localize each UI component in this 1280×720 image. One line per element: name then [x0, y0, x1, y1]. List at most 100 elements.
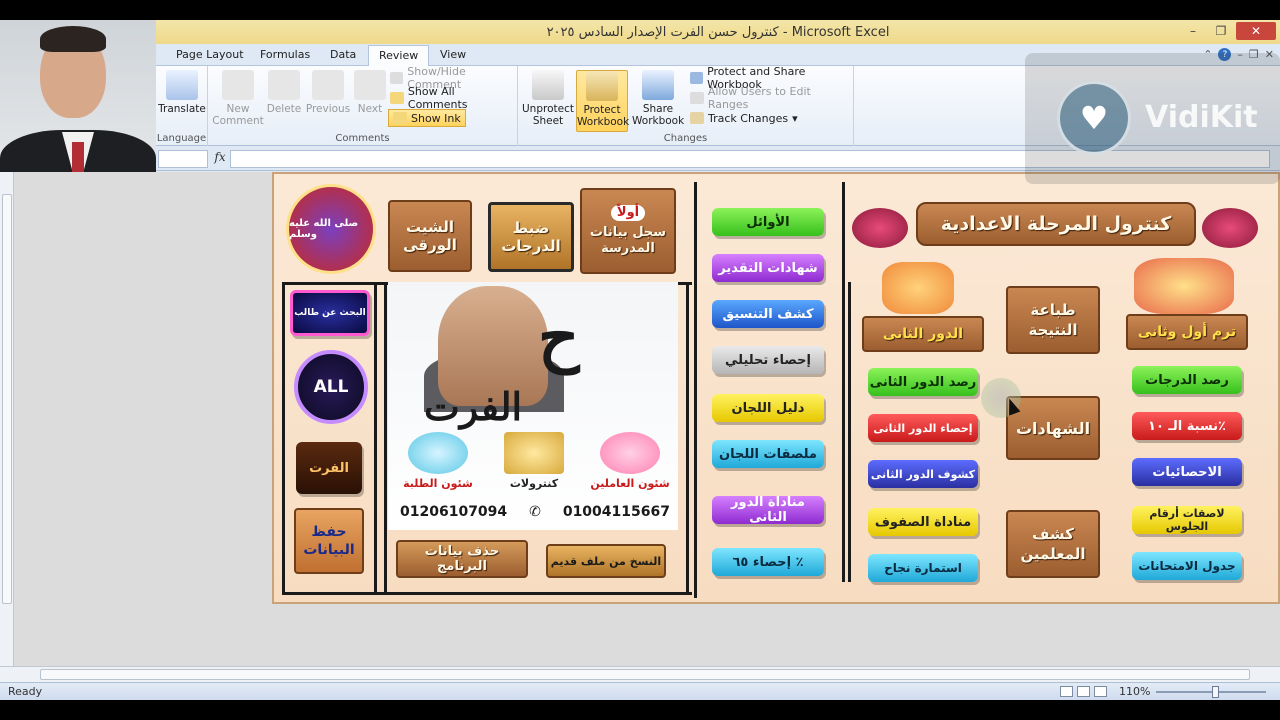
horizontal-scroll-thumb[interactable]: [40, 669, 1250, 680]
exam-schedule-label: جدول الامتحانات: [1138, 559, 1236, 573]
unprotect-sheet-button[interactable]: Unprotect Sheet: [522, 70, 574, 127]
zoom-slider-knob[interactable]: [1212, 686, 1219, 698]
teachers-list-label: كشف المعلمين: [1020, 525, 1086, 563]
analytical-stats-button[interactable]: إحصاء تحليلي: [712, 346, 824, 374]
top-students-button[interactable]: الأوائل: [712, 208, 824, 236]
seal-text: صلى الله عليه وسلم: [289, 218, 359, 240]
school-data-button[interactable]: أولاً سجل بيانات المدرسة: [580, 188, 676, 274]
title-bar: كنترول حسن الفرت الإصدار السادس ٢٠٢٥ - M…: [156, 20, 1280, 44]
fx-icon[interactable]: fx: [210, 150, 230, 164]
students-affairs-icon: [408, 432, 468, 474]
second-round-call-label: مناداة الدور الثانى: [731, 495, 805, 525]
committees-guide-button[interactable]: دليل اللجان: [712, 394, 824, 422]
phone-number-1: 01206107094: [400, 504, 508, 520]
logo-button[interactable]: الفرت: [296, 442, 362, 494]
search-student-button[interactable]: البحث عن طالب: [290, 290, 370, 336]
restore-icon[interactable]: ❐: [1208, 22, 1234, 40]
seat-number-stickers-button[interactable]: لاصقات أرقام الجلوس: [1132, 506, 1242, 534]
stats-65-button[interactable]: إحصاء ٦٥ ٪: [712, 548, 824, 576]
vertical-scrollbar[interactable]: [0, 172, 14, 666]
classes-call-button[interactable]: مناداة الصفوف: [868, 508, 978, 536]
second-round-call-button[interactable]: مناداة الدور الثانى: [712, 495, 824, 525]
window-controls: – ❐ ✕: [1180, 22, 1276, 40]
page-layout-view-icon[interactable]: [1077, 686, 1090, 697]
delete-program-data-label: حذف بيانات البرنامج: [424, 544, 500, 574]
grading-label: ضبط الدرجات: [501, 219, 561, 255]
group-label-language: Language: [156, 133, 207, 144]
show-all-comments-label: Show All Comments: [407, 85, 468, 111]
minimize-icon[interactable]: –: [1180, 22, 1206, 40]
allow-users-label: Allow Users to Edit Ranges: [707, 85, 811, 111]
show-all-comments-button[interactable]: Show All Comments: [390, 85, 517, 111]
books-icon: [504, 432, 564, 474]
delete-comment-label: Delete: [266, 103, 302, 115]
share-workbook-label: Share Workbook: [632, 103, 685, 127]
save-data-button[interactable]: حفظ البيانات: [294, 508, 364, 574]
delete-program-data-button[interactable]: حذف بيانات البرنامج: [396, 540, 528, 578]
all-button[interactable]: ALL: [294, 350, 368, 424]
second-round-lists-button[interactable]: كشوف الدور الثانى: [868, 460, 978, 488]
tab-view[interactable]: View: [434, 48, 472, 61]
vertical-scroll-thumb[interactable]: [2, 194, 12, 604]
close-icon[interactable]: ✕: [1236, 22, 1276, 40]
horizontal-scrollbar[interactable]: [0, 666, 1280, 682]
success-form-button[interactable]: استمارة نجاح: [868, 554, 978, 582]
window-title: كنترول حسن الفرت الإصدار السادس ٢٠٢٥ - M…: [546, 24, 890, 40]
show-all-comments-icon: [390, 92, 404, 104]
protect-workbook-button[interactable]: Protect Workbook: [576, 70, 629, 132]
divider: [694, 182, 697, 598]
students-affairs-label: شئون الطلبة: [403, 477, 473, 490]
share-workbook-button[interactable]: Share Workbook: [632, 70, 684, 127]
normal-view-icon[interactable]: [1060, 686, 1073, 697]
controls-label: كنترولات: [509, 477, 559, 490]
second-round-grades-button[interactable]: رصد الدور الثانى: [868, 368, 978, 396]
appreciation-certs-button[interactable]: شهادات التقدير: [712, 254, 824, 282]
phone-number-2: 01004115667: [562, 504, 670, 520]
analytical-stats-label: إحصاء تحليلي: [724, 352, 811, 368]
all-label: ALL: [313, 377, 349, 397]
tab-data[interactable]: Data: [324, 48, 362, 61]
presenter-hair: [40, 26, 106, 52]
statistics-button[interactable]: الاحصائيات: [1132, 458, 1242, 486]
seal-badge[interactable]: صلى الله عليه وسلم: [286, 184, 376, 274]
track-changes-button[interactable]: Track Changes ▾: [690, 109, 798, 127]
poster-calligraphy-logo: ح: [538, 300, 580, 375]
record-grades-button[interactable]: رصد الدرجات: [1132, 366, 1242, 394]
committees-stickers-button[interactable]: ملصقات اللجان: [712, 440, 824, 468]
coordination-sheet-button[interactable]: كشف التنسيق: [712, 300, 824, 328]
first-second-term-label: ترم أول وثانى: [1137, 324, 1237, 340]
track-changes-icon: [690, 112, 704, 124]
poster-name: الفرت: [424, 384, 523, 429]
group-comments: New Comment Delete Previous Next Show/Hi…: [208, 65, 518, 146]
teachers-list-button[interactable]: كشف المعلمين: [1006, 510, 1100, 578]
new-comment-button[interactable]: New Comment: [212, 70, 264, 127]
zoom-level[interactable]: 110%: [1119, 685, 1150, 698]
committees-stickers-label: ملصقات اللجان: [719, 446, 817, 462]
first-second-term-button[interactable]: ترم أول وثانى: [1126, 314, 1248, 350]
second-round-stats-button[interactable]: إحصاء الدور الثانى: [868, 414, 978, 442]
ten-percent-button[interactable]: نسبة الـ ١٠٪: [1132, 412, 1242, 440]
grading-button[interactable]: ضبط الدرجات: [488, 202, 574, 272]
show-ink-button[interactable]: Show Ink: [388, 109, 466, 127]
group-language: Translate Language: [156, 66, 208, 146]
tab-formulas[interactable]: Formulas: [254, 48, 316, 61]
divider: [282, 592, 692, 595]
second-round-button[interactable]: الدور الثانى: [862, 316, 984, 352]
view-buttons: [1060, 686, 1107, 697]
workers-affairs-label: شئون العاملين: [590, 477, 670, 490]
name-box[interactable]: [158, 150, 208, 168]
print-result-button[interactable]: طباعة النتيجة: [1006, 286, 1100, 354]
zoom-slider[interactable]: [1156, 691, 1266, 693]
allow-users-edit-ranges-button[interactable]: Allow Users to Edit Ranges: [690, 85, 853, 111]
kids-illustration-right: [1134, 258, 1234, 314]
sheet-paper-button[interactable]: الشيت الورقى: [388, 200, 472, 272]
students-affairs-item: شئون الطلبة: [394, 432, 482, 490]
exam-schedule-button[interactable]: جدول الامتحانات: [1132, 552, 1242, 580]
tab-page-layout[interactable]: Page Layout: [170, 48, 250, 61]
translate-button[interactable]: Translate: [156, 70, 208, 115]
dashboard-image: صلى الله عليه وسلم الشيت الورقى ضبط الدر…: [272, 172, 1280, 604]
page-break-view-icon[interactable]: [1094, 686, 1107, 697]
tab-review[interactable]: Review: [368, 45, 430, 67]
copy-old-file-button[interactable]: النسخ من ملف قديم: [546, 544, 666, 578]
certificates-button[interactable]: الشهادات: [1006, 396, 1100, 460]
